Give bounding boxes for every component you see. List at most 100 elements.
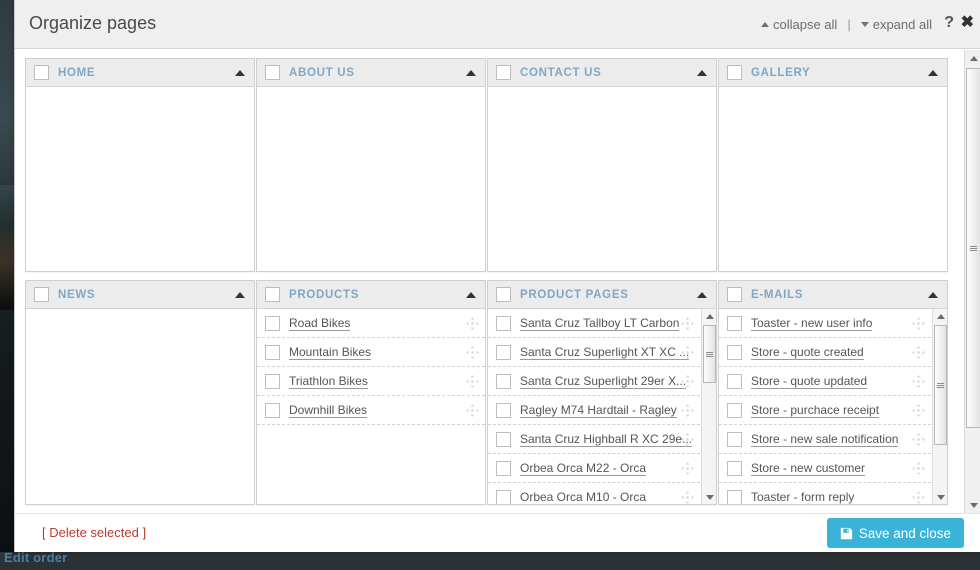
- collapse-all-button[interactable]: collapse all: [761, 17, 837, 32]
- move-handle-icon[interactable]: [912, 433, 925, 446]
- move-handle-icon[interactable]: [466, 317, 479, 330]
- panel-scrollbar-down-arrow[interactable]: [933, 490, 947, 504]
- page-list-item[interactable]: Road Bikes: [257, 309, 485, 338]
- panel-select-checkbox[interactable]: [265, 287, 280, 302]
- panel-collapse-caret-icon[interactable]: [697, 292, 707, 298]
- panel-collapse-caret-icon[interactable]: [697, 70, 707, 76]
- panel-collapse-caret-icon[interactable]: [466, 70, 476, 76]
- item-select-checkbox[interactable]: [265, 402, 280, 418]
- panel-collapse-caret-icon[interactable]: [235, 70, 245, 76]
- item-label[interactable]: Downhill Bikes: [289, 403, 368, 418]
- item-select-checkbox[interactable]: [727, 489, 742, 504]
- expand-all-button[interactable]: expand all: [860, 17, 932, 32]
- item-select-checkbox[interactable]: [727, 344, 742, 360]
- move-handle-icon[interactable]: [912, 491, 925, 504]
- item-label[interactable]: Santa Cruz Superlight 29er X...: [520, 374, 687, 389]
- item-label[interactable]: Store - new customer: [751, 461, 866, 476]
- panel-select-checkbox[interactable]: [496, 65, 511, 80]
- page-list-item[interactable]: Toaster - new user info: [719, 309, 931, 338]
- move-handle-icon[interactable]: [681, 375, 694, 388]
- move-handle-icon[interactable]: [912, 346, 925, 359]
- item-select-checkbox[interactable]: [265, 344, 280, 360]
- page-list-item[interactable]: Santa Cruz Highball R XC 29e...: [488, 425, 700, 454]
- dialog-body-scrollbar[interactable]: [964, 50, 980, 513]
- move-handle-icon[interactable]: [681, 491, 694, 504]
- item-select-checkbox[interactable]: [496, 402, 511, 418]
- page-list-item[interactable]: Santa Cruz Superlight XT XC ...: [488, 338, 700, 367]
- item-label[interactable]: Store - quote created: [751, 345, 864, 360]
- page-list-item[interactable]: Store - quote created: [719, 338, 931, 367]
- panel-collapse-caret-icon[interactable]: [928, 70, 938, 76]
- scrollbar-down-arrow[interactable]: [965, 497, 980, 513]
- delete-selected-button[interactable]: [ Delete selected ]: [42, 525, 146, 540]
- close-icon[interactable]: ✖: [961, 15, 974, 31]
- panel-select-checkbox[interactable]: [265, 65, 280, 80]
- item-select-checkbox[interactable]: [496, 460, 511, 476]
- item-label[interactable]: Toaster - new user info: [751, 316, 873, 331]
- item-label[interactable]: Mountain Bikes: [289, 345, 372, 360]
- move-handle-icon[interactable]: [681, 462, 694, 475]
- item-select-checkbox[interactable]: [727, 373, 742, 389]
- item-select-checkbox[interactable]: [496, 344, 511, 360]
- page-list-item[interactable]: Downhill Bikes: [257, 396, 485, 425]
- panel-collapse-caret-icon[interactable]: [928, 292, 938, 298]
- help-icon[interactable]: ?: [944, 15, 954, 31]
- panel-scrollbar[interactable]: [701, 309, 716, 504]
- page-list-item[interactable]: Santa Cruz Tallboy LT Carbon: [488, 309, 700, 338]
- panel-scrollbar-thumb[interactable]: [934, 325, 947, 445]
- item-label[interactable]: Ragley M74 Hardtail - Ragley: [520, 403, 677, 418]
- move-handle-icon[interactable]: [681, 346, 694, 359]
- item-select-checkbox[interactable]: [727, 402, 742, 418]
- item-select-checkbox[interactable]: [496, 373, 511, 389]
- panel-scrollbar-up-arrow[interactable]: [933, 309, 947, 323]
- item-select-checkbox[interactable]: [727, 460, 742, 476]
- item-label[interactable]: Store - purchace receipt: [751, 403, 880, 418]
- save-and-close-button[interactable]: Save and close: [826, 518, 964, 548]
- panel-select-checkbox[interactable]: [496, 287, 511, 302]
- item-label[interactable]: Store - quote updated: [751, 374, 868, 389]
- panel-select-checkbox[interactable]: [727, 287, 742, 302]
- page-list-item[interactable]: Ragley M74 Hardtail - Ragley: [488, 396, 700, 425]
- item-select-checkbox[interactable]: [265, 373, 280, 389]
- scrollbar-up-arrow[interactable]: [965, 50, 980, 66]
- item-select-checkbox[interactable]: [496, 431, 511, 447]
- panel-select-checkbox[interactable]: [34, 65, 49, 80]
- page-list-item[interactable]: Store - quote updated: [719, 367, 931, 396]
- panel-collapse-caret-icon[interactable]: [466, 292, 476, 298]
- page-list-item[interactable]: Triathlon Bikes: [257, 367, 485, 396]
- item-label[interactable]: Santa Cruz Highball R XC 29e...: [520, 432, 693, 447]
- move-handle-icon[interactable]: [912, 404, 925, 417]
- move-handle-icon[interactable]: [912, 462, 925, 475]
- page-list-item[interactable]: Toaster - form reply: [719, 483, 931, 504]
- page-list-item[interactable]: Store - purchace receipt: [719, 396, 931, 425]
- item-label[interactable]: Triathlon Bikes: [289, 374, 368, 389]
- item-label[interactable]: Orbea Orca M22 - Orca: [520, 461, 647, 476]
- page-list-item[interactable]: Mountain Bikes: [257, 338, 485, 367]
- move-handle-icon[interactable]: [912, 375, 925, 388]
- item-select-checkbox[interactable]: [496, 315, 511, 331]
- move-handle-icon[interactable]: [466, 375, 479, 388]
- move-handle-icon[interactable]: [681, 433, 694, 446]
- item-label[interactable]: Orbea Orca M10 - Orca: [520, 490, 647, 504]
- item-label[interactable]: Road Bikes: [289, 316, 351, 331]
- move-handle-icon[interactable]: [681, 317, 694, 330]
- page-list-item[interactable]: Store - new sale notification: [719, 425, 931, 454]
- item-select-checkbox[interactable]: [496, 489, 511, 504]
- move-handle-icon[interactable]: [466, 346, 479, 359]
- panel-select-checkbox[interactable]: [727, 65, 742, 80]
- panel-select-checkbox[interactable]: [34, 287, 49, 302]
- panel-collapse-caret-icon[interactable]: [235, 292, 245, 298]
- panel-scrollbar-down-arrow[interactable]: [702, 490, 716, 504]
- page-list-item[interactable]: Santa Cruz Superlight 29er X...: [488, 367, 700, 396]
- page-list-item[interactable]: Store - new customer: [719, 454, 931, 483]
- item-select-checkbox[interactable]: [265, 315, 280, 331]
- panel-scrollbar-up-arrow[interactable]: [702, 309, 716, 323]
- move-handle-icon[interactable]: [681, 404, 694, 417]
- page-list-item[interactable]: Orbea Orca M10 - Orca: [488, 483, 700, 504]
- item-label[interactable]: Santa Cruz Superlight XT XC ...: [520, 345, 690, 360]
- item-label[interactable]: Santa Cruz Tallboy LT Carbon: [520, 316, 680, 331]
- panel-scrollbar[interactable]: [932, 309, 947, 504]
- move-handle-icon[interactable]: [912, 317, 925, 330]
- item-label[interactable]: Store - new sale notification: [751, 432, 899, 447]
- item-select-checkbox[interactable]: [727, 431, 742, 447]
